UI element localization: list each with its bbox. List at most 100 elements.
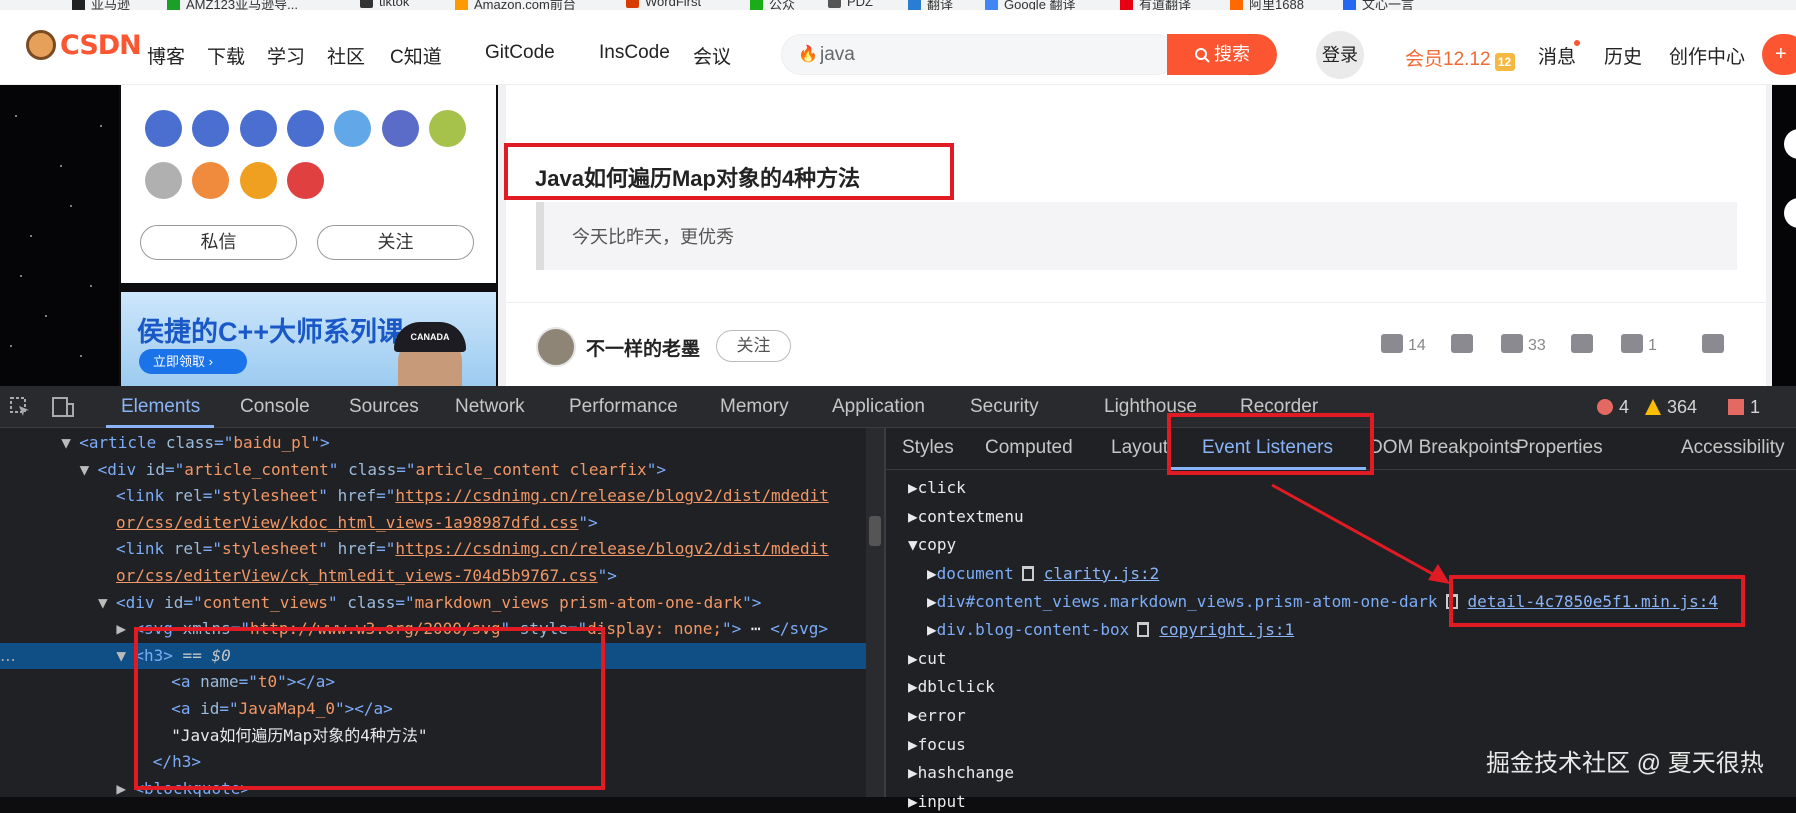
nav-item-2[interactable]: 学习 [267,42,305,69]
create-center-link[interactable]: 创作中心 [1669,42,1745,69]
warning-count[interactable]: 364 [1645,397,1697,418]
expand-arrow-icon[interactable]: ▶ [908,478,918,497]
achievement-badge-icon[interactable] [287,162,324,199]
dom-tree-scrollbar[interactable] [866,428,884,797]
like-button[interactable]: 14 [1381,334,1426,355]
nav-item-1[interactable]: 下载 [207,42,245,69]
expand-arrow-icon[interactable]: ▼ [116,643,134,669]
share-button[interactable] [1702,334,1729,355]
listener-source-link[interactable]: clarity.js:2 [1044,564,1160,583]
expand-arrow-icon[interactable]: ▶ [908,507,918,526]
messages-link[interactable]: 消息 [1538,42,1576,69]
ad-cta-button[interactable]: 立即领取 › [139,349,247,374]
dom-node-row[interactable]: <link rel="stylesheet" href="https://csd… [0,483,872,509]
dom-node-row[interactable]: or/css/editerView/ck_htmledit_views-704d… [0,563,872,589]
expand-arrow-icon[interactable]: ▶ [908,677,918,696]
scroll-thumb[interactable] [869,516,881,546]
author-name[interactable]: 不一样的老墨 [586,334,700,361]
dom-node-row[interactable]: or/css/editerView/kdoc_html_views-1a9898… [0,510,872,536]
issues-count[interactable]: 1 [1728,397,1760,418]
bookmark-item[interactable]: Google 翻译 [985,0,1076,10]
csdn-logo[interactable]: CSDN [26,30,142,61]
login-button[interactable]: 登录 [1316,31,1364,79]
nav-item-0[interactable]: 博客 [147,42,185,69]
event-error[interactable]: ▶error [908,705,966,727]
listener-row[interactable]: ▶div.blog-content-box copyright.js:1 [927,619,1294,641]
expand-arrow-icon[interactable]: ▶ [927,564,937,583]
search-input[interactable] [820,41,1150,69]
sidebar-tab-styles[interactable]: Styles [902,437,954,459]
avatar[interactable] [536,327,576,367]
nav-item-3[interactable]: 社区 [327,42,365,69]
expand-arrow-icon[interactable]: ▶ [927,592,937,611]
bookmark-item[interactable]: 翻译 [908,0,953,10]
event-dblclick[interactable]: ▶dblclick [908,676,995,698]
sidebar-tab-accessibility[interactable]: Accessibility [1681,437,1784,459]
sidebar-tab-dom-breakpoints[interactable]: DOM Breakpoints [1369,437,1519,459]
listener-source-link[interactable]: copyright.js:1 [1159,620,1294,639]
devtools-tab-security[interactable]: Security [970,396,1039,418]
bookmark-item[interactable]: 有道翻译 [1120,0,1191,10]
dom-node-row[interactable]: ▼ <div id="content_views" class="markdown… [0,590,872,616]
bookmark-item[interactable]: AMZ123亚马逊导... [167,0,298,10]
achievement-badge-icon[interactable] [287,110,324,147]
expand-arrow-icon[interactable]: ▼ [908,535,918,554]
achievement-badge-icon[interactable] [192,162,229,199]
inspect-element-icon[interactable] [9,396,31,418]
event-cut[interactable]: ▶cut [908,648,947,670]
devtools-tab-performance[interactable]: Performance [569,396,678,418]
event-input[interactable]: ▶input [908,791,966,813]
publish-button[interactable]: + [1762,34,1796,75]
achievement-badge-icon[interactable] [240,162,277,199]
bookmark-item[interactable]: 文心一言 [1343,0,1414,10]
follow-button[interactable]: 关注 [716,330,791,362]
nav-item-4[interactable]: C知道 [390,42,442,69]
expand-arrow-icon[interactable]: ▶ [116,776,134,797]
achievement-badge-icon[interactable] [382,110,419,147]
event-hashchange[interactable]: ▶hashchange [908,762,1014,784]
expand-arrow-icon[interactable]: ▼ [80,457,98,483]
device-toolbar-icon[interactable] [51,396,75,418]
expand-arrow-icon[interactable]: ▶ [908,763,918,782]
devtools-tab-sources[interactable]: Sources [349,396,419,418]
sidebar-tab-layout[interactable]: Layout [1111,437,1168,459]
member-link[interactable]: 会员12.12 12 [1405,44,1515,71]
bookmark-item[interactable]: tiktok [360,0,409,9]
expand-arrow-icon[interactable]: ▶ [927,620,937,639]
event-copy[interactable]: ▼copy [908,534,956,556]
reward-button[interactable] [1571,334,1598,355]
bookmark-item[interactable]: Amazon.com前台 [455,0,576,10]
devtools-tab-memory[interactable]: Memory [720,396,789,418]
bookmark-item[interactable]: WordFirst [626,0,701,9]
nav-item-7[interactable]: 会议 [693,42,731,69]
achievement-badge-icon[interactable] [334,110,371,147]
devtools-tab-application[interactable]: Application [832,396,925,418]
dom-node-row[interactable]: ▼ <article class="baidu_pl"> [0,430,872,456]
nav-item-5[interactable]: GitCode [485,42,555,64]
listener-row[interactable]: ▶document clarity.js:2 [927,563,1159,585]
history-link[interactable]: 历史 [1604,42,1642,69]
dom-node-row[interactable]: ▼ <div id="article_content" class="articl… [0,457,872,483]
bookmark-item[interactable]: 公众 [750,0,795,10]
sidebar-tab-computed[interactable]: Computed [985,437,1073,459]
bookmark-item[interactable]: 亚马逊 [72,0,130,10]
expand-arrow-icon[interactable]: ▶ [908,792,918,811]
expand-arrow-icon[interactable]: ▶ [116,616,134,642]
devtools-tab-network[interactable]: Network [455,396,525,418]
achievement-badge-icon[interactable] [145,110,182,147]
bookmark-item[interactable]: PDZ [828,0,873,9]
event-focus[interactable]: ▶focus [908,734,966,756]
expand-arrow-icon[interactable]: ▶ [908,706,918,725]
search-button[interactable]: 搜索 [1167,34,1277,75]
bookmark-item[interactable]: 阿里1688 [1230,0,1304,10]
achievement-badge-icon[interactable] [192,110,229,147]
event-click[interactable]: ▶click [908,477,966,499]
sidebar-tab-properties[interactable]: Properties [1516,437,1603,459]
expand-arrow-icon[interactable]: ▶ [908,735,918,754]
expand-arrow-icon[interactable]: ▼ [98,590,116,616]
comment-button[interactable]: 1 [1621,334,1657,355]
favorite-button[interactable]: 33 [1501,334,1546,355]
event-contextmenu[interactable]: ▶contextmenu [908,506,1024,528]
error-count[interactable]: 4 [1597,397,1629,418]
course-ad-banner[interactable]: 侯捷的C++大师系列课 立即领取 › CANADA [121,292,496,392]
